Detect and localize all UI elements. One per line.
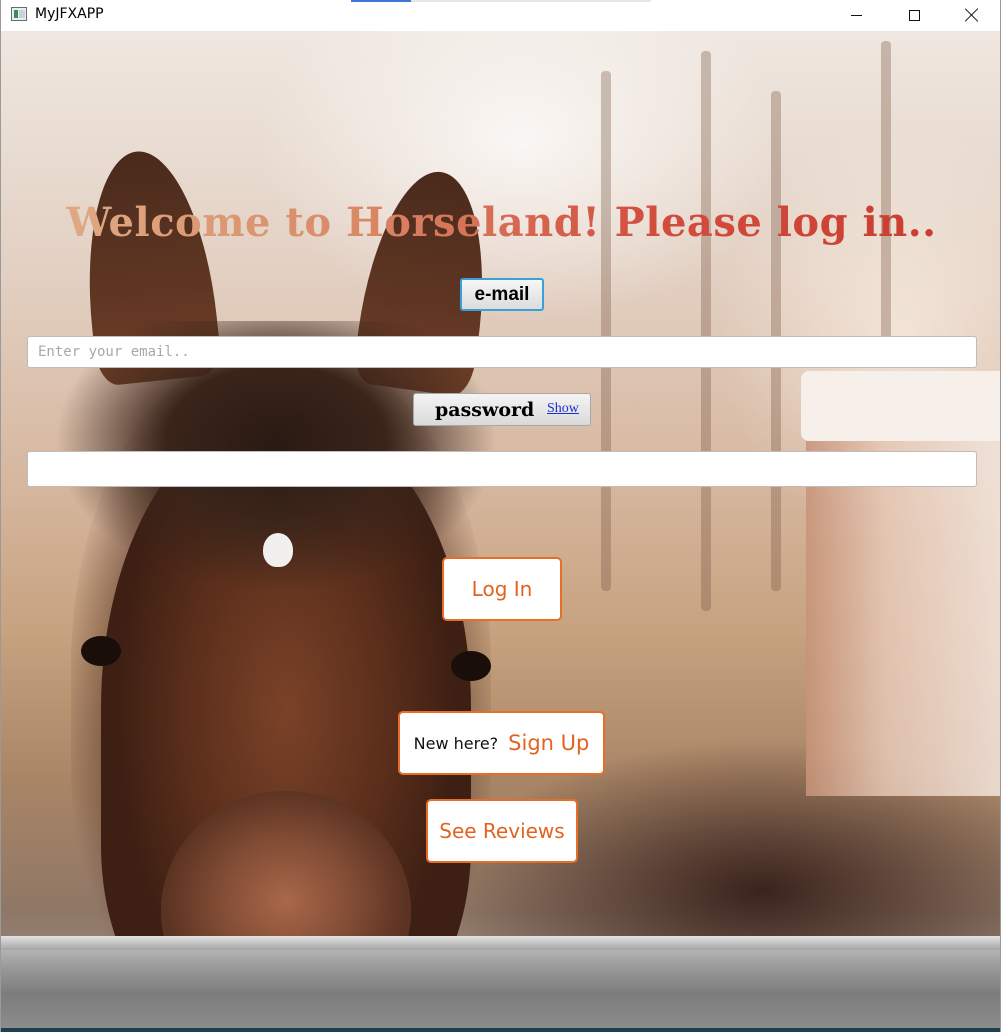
- background-tree: [881, 41, 891, 341]
- email-field[interactable]: [27, 336, 977, 368]
- fence-rail-highlight: [1, 936, 1000, 950]
- minimize-button[interactable]: [827, 0, 885, 30]
- password-field[interactable]: [27, 451, 977, 487]
- horse-eye-right: [451, 651, 491, 681]
- title-bar[interactable]: MyJFXAPP: [1, 0, 1000, 31]
- background-roof: [801, 371, 1000, 441]
- close-button[interactable]: [943, 0, 1000, 30]
- taskbar-edge: [1, 1028, 1000, 1032]
- login-screen: Welcome to Horseland! Please log in.. e-…: [1, 31, 1000, 1032]
- new-here-label: New here?: [413, 733, 499, 753]
- background-tree: [601, 71, 611, 591]
- sign-up-label: Sign Up: [508, 731, 590, 755]
- sign-up-button[interactable]: New here? Sign Up: [398, 711, 605, 775]
- horse-photo: [31, 145, 511, 1032]
- welcome-heading: Welcome to Horseland! Please log in..: [1, 199, 1000, 246]
- window-title: MyJFXAPP: [35, 6, 104, 22]
- app-window: MyJFXAPP Welcome to Horseland! Please lo…: [0, 0, 1001, 1032]
- close-icon: [965, 8, 979, 22]
- see-reviews-button[interactable]: See Reviews: [426, 799, 578, 863]
- log-in-button[interactable]: Log In: [442, 557, 562, 621]
- email-label-button[interactable]: e-mail: [460, 278, 544, 311]
- maximize-icon: [908, 9, 920, 21]
- horse-eye-left: [81, 636, 121, 666]
- title-bar-accent: [351, 0, 651, 2]
- app-icon: [11, 7, 27, 21]
- fence-rail: [1, 936, 1000, 1032]
- maximize-button[interactable]: [885, 0, 943, 30]
- password-label-button[interactable]: password Show: [413, 393, 591, 426]
- horse-blaze: [263, 533, 293, 567]
- show-password-link[interactable]: Show: [547, 401, 579, 417]
- minimize-icon: [850, 14, 862, 16]
- background-tree: [701, 51, 711, 611]
- password-label: password: [435, 399, 535, 421]
